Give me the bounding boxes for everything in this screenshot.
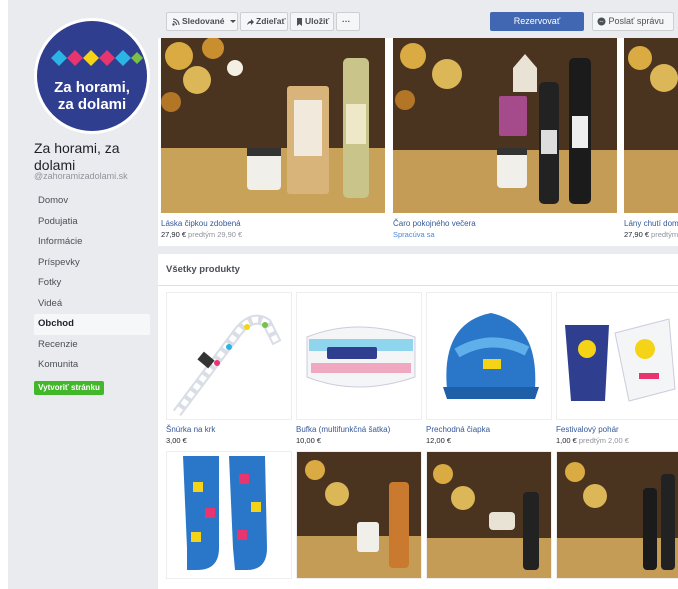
gift-basket-image <box>297 452 421 578</box>
send-message-label: Poslať správu <box>608 16 664 26</box>
featured-item[interactable]: Lány chutí dom 27,90 €predtým 2 <box>621 38 678 246</box>
more-button[interactable]: ··· <box>336 12 360 31</box>
nav-item-recenzie[interactable]: Recenzie <box>34 335 150 356</box>
bookmark-icon <box>297 17 302 26</box>
product-photo[interactable] <box>296 292 422 420</box>
product-title[interactable]: Bufka (multifunkčná šatka) <box>296 425 390 434</box>
create-page-button[interactable]: Vytvoriť stránku <box>34 381 104 395</box>
product-title[interactable]: Prechodná čiapka <box>426 425 490 434</box>
follow-button[interactable]: Sledované <box>166 12 238 31</box>
product-price: 1,00 € predtým 2,00 € <box>556 436 629 445</box>
save-button[interactable]: Uložiť <box>290 12 334 31</box>
follow-label: Sledované <box>182 16 225 26</box>
share-label: Zdieľať <box>256 16 286 26</box>
nav-item-videa[interactable]: Videá <box>34 294 150 315</box>
buff-scarf-image <box>306 326 416 388</box>
price-previous: predtým 2,00 € <box>578 436 629 445</box>
nav-item-komunita[interactable]: Komunita <box>34 355 150 376</box>
product-photo[interactable] <box>556 292 678 420</box>
page-title[interactable]: Za horami, za dolami <box>34 140 152 174</box>
product-photo[interactable] <box>556 451 678 579</box>
product-price: 10,00 € <box>296 436 322 445</box>
product-title[interactable]: Šnúrka na krk <box>166 425 215 434</box>
featured-item[interactable]: Čaro pokojného večera Spracúva sa <box>390 38 617 246</box>
nav-item-obchod[interactable]: Obchod <box>34 314 150 335</box>
nav-item-fotky[interactable]: Fotky <box>34 273 150 294</box>
beanie-image <box>443 313 539 399</box>
facebook-page: Za horami, za dolami Za horami, za dolam… <box>0 0 678 589</box>
product-photo[interactable] <box>161 38 385 213</box>
nav-item-podujatia[interactable]: Podujatia <box>34 212 150 233</box>
logo-wordmark: Za horami, za dolami <box>37 79 147 113</box>
gift-basket-image <box>427 452 551 578</box>
save-label: Uložiť <box>305 16 330 26</box>
divider <box>158 285 678 286</box>
share-button[interactable]: Zdieľať <box>240 12 288 31</box>
product-photo[interactable] <box>296 451 422 579</box>
logo-line-1: Za horami, <box>54 79 130 96</box>
festival-cup-image <box>565 318 676 402</box>
share-arrow-icon <box>247 18 254 25</box>
sidebar-edge <box>0 0 8 589</box>
messenger-icon <box>597 17 606 26</box>
lanyard-image <box>173 314 282 416</box>
featured-item[interactable]: Láska čipkou zdobená 27,90 € predtým 29,9… <box>158 38 385 246</box>
section-heading: Všetky produkty <box>166 264 240 275</box>
nav-item-domov[interactable]: Domov <box>34 191 150 212</box>
price-previous: predtým 2 <box>651 230 678 239</box>
all-products-section: Všetky produkty Šnúrka na krk 3,00 € Buf… <box>158 254 678 589</box>
rss-icon <box>172 18 180 26</box>
product-price: 27,90 € predtým 29,90 € <box>161 230 242 239</box>
product-photo[interactable] <box>426 451 552 579</box>
product-photo[interactable] <box>624 38 678 213</box>
product-title[interactable]: Láska čipkou zdobená <box>161 219 241 228</box>
featured-products: Láska čipkou zdobená 27,90 € predtým 29,9… <box>158 38 678 246</box>
page-nav: Domov Podujatia Informácie Príspevky Fot… <box>34 191 150 376</box>
product-title[interactable]: Festivalový pohár <box>556 425 619 434</box>
processing-status: Spracúva sa <box>393 230 435 239</box>
action-bar: Sledované Zdieľať Uložiť ··· Rezervovať … <box>158 10 678 34</box>
product-price: 12,00 € <box>426 436 452 445</box>
gift-basket-image <box>557 452 678 578</box>
gift-basket-image <box>624 38 678 213</box>
logo-line-2: za dolami <box>57 96 127 113</box>
price-previous: predtým 29,90 € <box>188 230 243 239</box>
send-message-button[interactable]: Poslať správu <box>592 12 674 31</box>
gift-basket-image <box>161 38 385 213</box>
socks-image <box>183 456 267 570</box>
price-current: 27,90 € <box>161 230 187 239</box>
gift-basket-image <box>393 38 617 213</box>
product-photo[interactable] <box>166 292 292 420</box>
product-photo[interactable] <box>426 292 552 420</box>
reserve-button[interactable]: Rezervovať <box>490 12 584 31</box>
nav-item-informacie[interactable]: Informácie <box>34 232 150 253</box>
product-title[interactable]: Lány chutí dom <box>624 219 678 228</box>
product-price: 3,00 € <box>166 436 187 445</box>
page-handle[interactable]: @zahoramizadolami.sk <box>34 171 128 181</box>
price-current: 27,90 € <box>624 230 650 239</box>
chevron-down-icon <box>229 20 236 24</box>
left-sidebar: Za horami, za dolami Za horami, za dolam… <box>0 0 158 589</box>
product-price: 27,90 €predtým 2 <box>624 230 678 239</box>
page-avatar[interactable]: Za horami, za dolami <box>34 18 150 134</box>
logo-shapes-icon <box>51 50 143 66</box>
product-photo[interactable] <box>166 451 292 579</box>
product-title[interactable]: Čaro pokojného večera <box>393 219 476 228</box>
nav-item-prispevky[interactable]: Príspevky <box>34 253 150 274</box>
product-photo[interactable] <box>393 38 617 213</box>
price-current: 1,00 € <box>556 436 577 445</box>
